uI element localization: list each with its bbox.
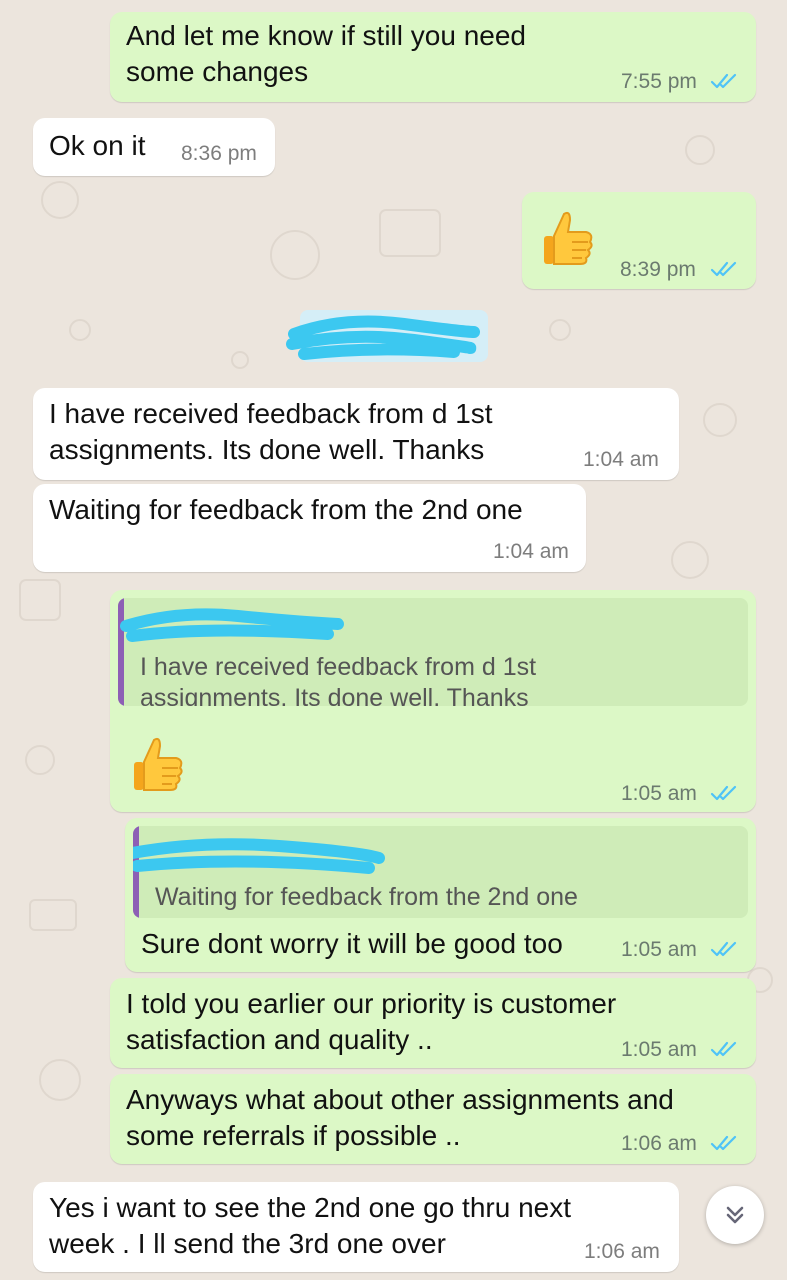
quoted-text: Waiting for feedback from the 2nd one xyxy=(155,883,578,911)
read-receipt-icon xyxy=(710,941,737,957)
message-time: 1:06 am xyxy=(584,1240,660,1263)
scroll-to-bottom-button[interactable] xyxy=(706,1186,764,1244)
message-time: 1:04 am xyxy=(583,448,659,471)
message-bubble-outgoing[interactable]: Anyways what about other assignments and… xyxy=(110,1074,756,1164)
message-text: some changes xyxy=(126,56,309,87)
message-text: Waiting for feedback from the 2nd one xyxy=(49,494,523,525)
message-text: satisfaction and quality .. xyxy=(126,1024,433,1055)
quoted-text: assignments. Its done well. Thanks xyxy=(140,684,529,706)
message-time: 8:36 pm xyxy=(181,142,257,165)
message-text: Ok on it xyxy=(49,130,146,161)
message-text: Sure dont worry it will be good too xyxy=(141,928,563,959)
redacted-sender-name xyxy=(133,838,385,874)
message-time: 1:06 am xyxy=(621,1132,697,1155)
message-time: 1:05 am xyxy=(621,782,697,805)
message-text: Anyways what about other assignments and xyxy=(126,1084,674,1115)
thumbs-up-emoji-icon xyxy=(544,211,593,265)
read-receipt-icon xyxy=(710,261,737,277)
message-time: 1:04 am xyxy=(493,540,569,563)
message-text: some referrals if possible .. xyxy=(126,1120,461,1151)
message-bubble-outgoing-reply[interactable]: I have received feedback from d 1st assi… xyxy=(110,590,756,812)
redaction-scribble xyxy=(286,315,480,360)
quoted-message[interactable]: I have received feedback from d 1st assi… xyxy=(118,598,748,706)
redacted-sender-name xyxy=(120,608,344,642)
quoted-message[interactable]: Waiting for feedback from the 2nd one xyxy=(133,826,748,918)
read-receipt-icon xyxy=(710,785,737,801)
read-receipt-icon xyxy=(710,1041,737,1057)
message-time: 8:39 pm xyxy=(620,258,696,281)
message-bubble-outgoing-reply[interactable]: Waiting for feedback from the 2nd one Su… xyxy=(125,818,756,972)
message-time: 1:05 am xyxy=(621,938,697,961)
message-bubble-outgoing[interactable]: I told you earlier our priority is custo… xyxy=(110,978,756,1068)
redacted-date-chip xyxy=(286,310,488,362)
message-bubble-incoming[interactable]: I have received feedback from d 1st assi… xyxy=(33,388,679,480)
message-text: assignments. Its done well. Thanks xyxy=(49,434,485,465)
message-bubble-outgoing[interactable]: 8:39 pm xyxy=(522,192,756,289)
message-text: I have received feedback from d 1st xyxy=(49,398,493,429)
read-receipt-icon xyxy=(710,1135,737,1151)
message-time: 1:05 am xyxy=(621,1038,697,1061)
message-time: 7:55 pm xyxy=(621,70,697,93)
thumbs-up-emoji-icon xyxy=(134,737,183,791)
message-text: I told you earlier our priority is custo… xyxy=(126,988,617,1019)
message-text: Yes i want to see the 2nd one go thru ne… xyxy=(49,1192,572,1223)
message-text: week . I ll send the 3rd one over xyxy=(49,1228,446,1259)
double-chevron-down-icon xyxy=(726,1206,744,1224)
read-receipt-icon xyxy=(710,73,737,89)
quoted-text: I have received feedback from d 1st xyxy=(140,653,537,681)
message-text: And let me know if still you need xyxy=(126,20,526,51)
message-bubble-incoming[interactable]: Ok on it 8:36 pm xyxy=(33,118,275,176)
message-bubble-incoming[interactable]: Waiting for feedback from the 2nd one 1:… xyxy=(33,484,586,572)
message-bubble-outgoing[interactable]: And let me know if still you need some c… xyxy=(110,12,756,102)
message-bubble-incoming[interactable]: Yes i want to see the 2nd one go thru ne… xyxy=(33,1182,679,1272)
